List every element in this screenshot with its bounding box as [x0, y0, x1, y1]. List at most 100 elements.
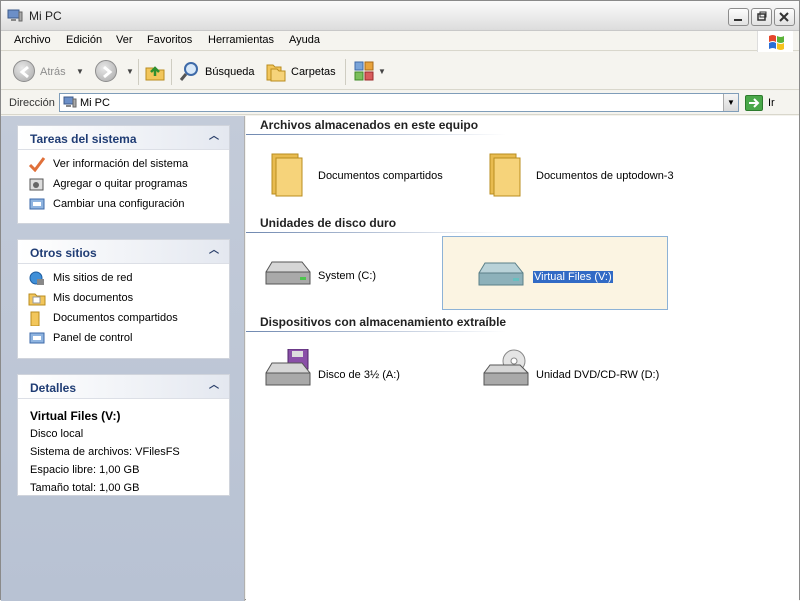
hard-drive-icon	[478, 262, 524, 286]
search-icon[interactable]	[179, 60, 201, 82]
address-bar: Dirección Mi PC ▼ Ir	[1, 91, 799, 115]
place-label[interactable]: Panel de control	[53, 332, 133, 344]
dvd-drive-icon	[483, 349, 529, 386]
forward-button[interactable]	[95, 60, 117, 82]
place-label[interactable]: Mis sitios de red	[53, 272, 132, 284]
back-arrow-icon	[19, 65, 29, 79]
menu-favoritos[interactable]: Favoritos	[147, 34, 192, 46]
views-icon[interactable]	[353, 60, 377, 82]
menu-ver[interactable]: Ver	[116, 34, 133, 46]
computer-icon	[7, 9, 23, 22]
other-places-title: Otros sitios	[30, 246, 97, 260]
title-bar[interactable]: Mi PC	[1, 1, 799, 31]
content-pane[interactable]: Archivos almacenados en este equipo Docu…	[246, 116, 799, 601]
details-drive-name: Virtual Files (V:)	[30, 409, 121, 423]
documents-folder-icon	[28, 293, 46, 306]
drive-floppy-a[interactable]: Disco de 3½ (A:)	[250, 335, 476, 409]
folders-icon[interactable]	[265, 60, 287, 82]
task-label[interactable]: Cambiar una configuración	[53, 198, 184, 210]
go-arrow-icon	[749, 98, 760, 108]
windows-flag-icon	[769, 35, 784, 50]
system-tasks-title: Tareas del sistema	[30, 132, 137, 146]
up-folder-icon[interactable]	[144, 60, 166, 82]
toolbar: Atrás ▼ ▼ Búsqueda Carpetas ▼	[1, 52, 799, 90]
folder-icon	[271, 153, 303, 197]
hard-drive-icon	[265, 261, 311, 285]
place-shared-documents[interactable]: Documentos compartidos	[28, 310, 229, 330]
minimize-button[interactable]	[728, 8, 749, 26]
task-label[interactable]: Agregar o quitar programas	[53, 178, 188, 190]
folder-uptodown-documents[interactable]: Documentos de uptodown-3	[468, 136, 694, 210]
menu-edicion[interactable]: Edición	[66, 34, 102, 46]
menu-bar: Archivo Edición Ver Favoritos Herramient…	[1, 31, 799, 51]
menu-ayuda[interactable]: Ayuda	[289, 34, 320, 46]
maximize-button[interactable]	[751, 8, 772, 26]
address-field[interactable]: Mi PC ▼	[59, 93, 739, 112]
toolbar-separator	[345, 59, 346, 85]
item-label[interactable]: Documentos compartidos	[318, 170, 443, 182]
group-divider	[246, 331, 506, 332]
task-view-system-info[interactable]: Ver información del sistema	[28, 156, 229, 176]
back-dropdown-icon[interactable]: ▼	[76, 67, 84, 76]
address-value[interactable]: Mi PC	[80, 97, 110, 109]
close-icon	[779, 12, 789, 22]
system-tasks-header[interactable]: Tareas del sistema ︿	[18, 126, 229, 150]
floppy-drive-icon	[265, 349, 311, 386]
drive-virtual-files-v[interactable]: Virtual Files (V:)	[442, 236, 668, 310]
place-label[interactable]: Mis documentos	[53, 292, 133, 304]
item-label[interactable]: System (C:)	[318, 270, 376, 282]
details-title: Detalles	[30, 381, 77, 395]
place-my-documents[interactable]: Mis documentos	[28, 290, 229, 310]
minimize-icon	[734, 19, 742, 21]
place-label[interactable]: Documentos compartidos	[53, 312, 178, 324]
group-divider	[246, 134, 506, 135]
group-title-hard-drives: Unidades de disco duro	[260, 216, 397, 230]
window-title: Mi PC	[29, 9, 62, 23]
other-places-header[interactable]: Otros sitios ︿	[18, 240, 229, 264]
task-change-setting[interactable]: Cambiar una configuración	[28, 196, 229, 216]
details-header[interactable]: Detalles ︿	[18, 375, 229, 399]
checkmark-icon	[28, 157, 46, 172]
folder-icon	[30, 311, 40, 326]
group-title-removable: Dispositivos con almacenamiento extraíbl…	[260, 315, 507, 329]
back-label[interactable]: Atrás	[40, 66, 66, 78]
place-control-panel[interactable]: Panel de control	[28, 330, 229, 350]
item-label[interactable]: Virtual Files (V:)	[533, 271, 613, 283]
place-network[interactable]: Mis sitios de red	[28, 270, 229, 290]
folder-icon	[489, 153, 521, 197]
group-title-stored-files: Archivos almacenados en este equipo	[260, 118, 479, 132]
back-button[interactable]	[13, 60, 35, 82]
address-label: Dirección	[9, 97, 55, 109]
toolbar-separator	[171, 59, 172, 85]
folder-shared-documents[interactable]: Documentos compartidos	[250, 136, 476, 210]
menu-archivo[interactable]: Archivo	[14, 34, 51, 46]
close-button[interactable]	[774, 8, 795, 26]
other-places-panel: Otros sitios ︿ Mis sitios de red Mis doc…	[17, 239, 230, 359]
drive-dvd-d[interactable]: Unidad DVD/CD-RW (D:)	[468, 335, 694, 409]
programs-box-icon	[29, 178, 44, 191]
collapse-chevron-icon[interactable]: ︿	[207, 130, 221, 144]
forward-dropdown-icon[interactable]: ▼	[126, 67, 134, 76]
search-label[interactable]: Búsqueda	[205, 66, 255, 78]
computer-icon	[63, 96, 77, 108]
views-dropdown-icon[interactable]: ▼	[378, 67, 386, 76]
details-filesystem: Sistema de archivos: VFilesFS	[30, 446, 180, 458]
toolbar-separator	[138, 59, 139, 85]
item-label[interactable]: Documentos de uptodown-3	[536, 170, 674, 182]
windows-logo	[757, 31, 793, 52]
details-free-space: Espacio libre: 1,00 GB	[30, 464, 140, 476]
details-drive-type: Disco local	[30, 428, 84, 440]
address-dropdown-icon[interactable]: ▼	[723, 94, 738, 111]
system-tasks-panel: Tareas del sistema ︿ Ver información del…	[17, 125, 230, 224]
menu-herramientas[interactable]: Herramientas	[208, 34, 274, 46]
go-label[interactable]: Ir	[768, 97, 775, 109]
go-button[interactable]	[745, 95, 763, 111]
folders-label[interactable]: Carpetas	[291, 66, 336, 78]
collapse-chevron-icon[interactable]: ︿	[207, 244, 221, 258]
task-label[interactable]: Ver información del sistema	[53, 158, 188, 170]
forward-arrow-icon	[103, 65, 113, 79]
collapse-chevron-icon[interactable]: ︿	[207, 379, 221, 393]
item-label[interactable]: Disco de 3½ (A:)	[318, 369, 400, 381]
item-label[interactable]: Unidad DVD/CD-RW (D:)	[536, 369, 659, 381]
task-add-remove-programs[interactable]: Agregar o quitar programas	[28, 176, 229, 196]
